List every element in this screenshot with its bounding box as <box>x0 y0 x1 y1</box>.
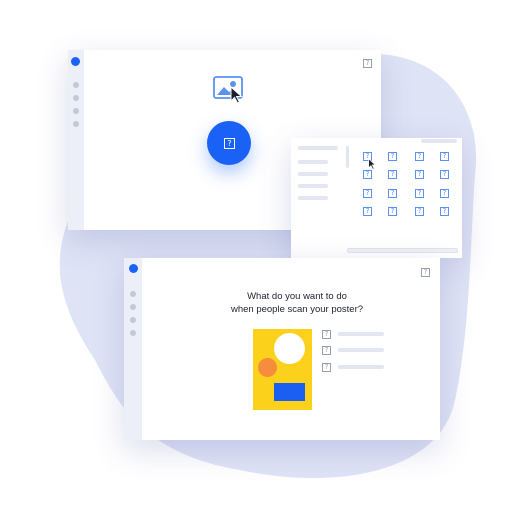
poster-preview <box>253 329 312 410</box>
sidebar-item[interactable] <box>130 291 136 297</box>
menu-item[interactable] <box>298 184 328 188</box>
poster-window: ? What do you want to do when people sca… <box>124 258 440 440</box>
icon-grid-item[interactable]: ? <box>388 170 397 179</box>
sidebar-rail <box>124 258 142 440</box>
sidebar-active-dot[interactable] <box>129 264 138 273</box>
help-icon[interactable]: ? <box>421 268 430 277</box>
icon-grid-item[interactable]: ? <box>363 189 372 198</box>
sidebar-rail <box>68 50 84 230</box>
icon-grid-item[interactable]: ? <box>388 152 397 161</box>
poster-circle-orange <box>258 358 277 377</box>
sidebar-item[interactable] <box>73 108 79 114</box>
icon-grid-item[interactable]: ? <box>440 170 449 179</box>
sidebar-item[interactable] <box>73 95 79 101</box>
top-line <box>421 139 457 143</box>
poster-rectangle <box>274 383 305 401</box>
add-icon: ? <box>224 138 235 149</box>
cursor-icon <box>368 158 377 170</box>
add-button[interactable]: ? <box>207 121 251 165</box>
option-icon[interactable]: ? <box>322 346 331 355</box>
menu-item[interactable] <box>298 160 328 164</box>
question-heading: What do you want to do when people scan … <box>154 290 440 316</box>
icon-picker-window: ? ? ? ? ? ? ? ? ? ? ? ? ? ? ? ? <box>291 138 462 258</box>
option-icon[interactable]: ? <box>322 330 331 339</box>
icon-grid-item[interactable]: ? <box>388 189 397 198</box>
icon-grid-item[interactable]: ? <box>363 170 372 179</box>
option-line[interactable] <box>338 332 384 336</box>
sidebar-item[interactable] <box>130 317 136 323</box>
sidebar-item[interactable] <box>73 82 79 88</box>
icon-grid-item[interactable]: ? <box>415 152 424 161</box>
question-line-1: What do you want to do <box>247 291 347 302</box>
sidebar-item[interactable] <box>130 304 136 310</box>
menu-item[interactable] <box>298 196 328 200</box>
icon-grid-item[interactable]: ? <box>440 207 449 216</box>
scrollbar[interactable] <box>346 146 349 168</box>
icon-grid-item[interactable]: ? <box>363 207 372 216</box>
sidebar-item[interactable] <box>130 330 136 336</box>
help-icon[interactable]: ? <box>363 59 372 68</box>
option-line[interactable] <box>338 348 384 352</box>
option-icon[interactable]: ? <box>322 363 331 372</box>
icon-grid-item[interactable]: ? <box>440 152 449 161</box>
icon-grid-item[interactable]: ? <box>415 170 424 179</box>
sidebar-active-dot[interactable] <box>71 57 80 66</box>
poster-circle-white <box>274 333 305 364</box>
option-line[interactable] <box>338 365 384 369</box>
menu-line <box>298 146 338 150</box>
cursor-icon <box>230 86 243 104</box>
icon-grid-item[interactable]: ? <box>440 189 449 198</box>
menu-item[interactable] <box>298 172 328 176</box>
bottom-bar[interactable] <box>347 248 458 253</box>
icon-grid-item[interactable]: ? <box>388 207 397 216</box>
question-line-2: when people scan your poster? <box>230 304 364 315</box>
sidebar-item[interactable] <box>73 121 79 127</box>
icon-grid-item[interactable]: ? <box>415 207 424 216</box>
icon-grid-item[interactable]: ? <box>415 189 424 198</box>
